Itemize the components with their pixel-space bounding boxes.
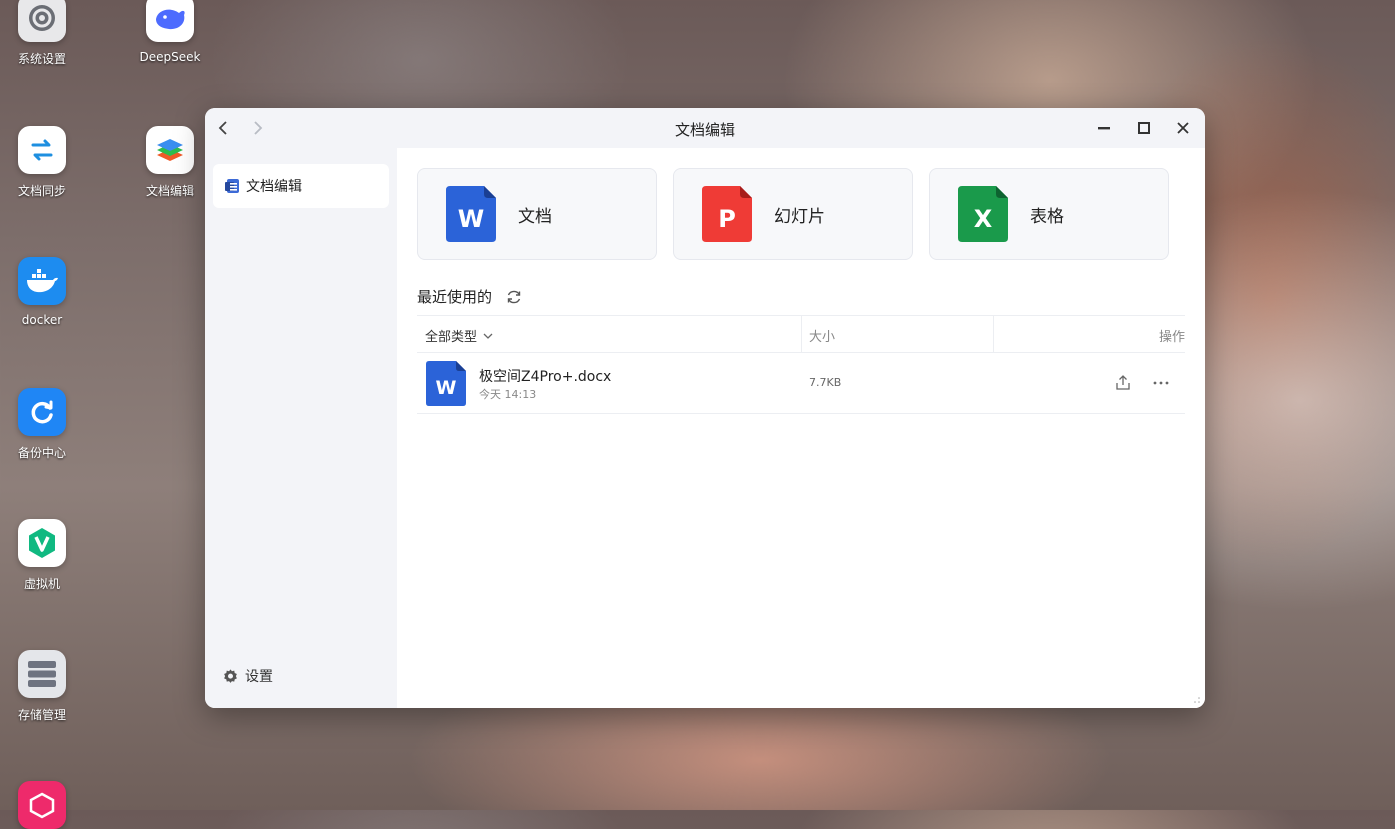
docker-whale-icon <box>18 257 66 305</box>
desktop-icon-vm[interactable]: 虚拟机 <box>0 519 87 592</box>
close-icon <box>1177 122 1189 134</box>
recent-heading: 最近使用的 <box>417 288 493 306</box>
recent-header: 最近使用的 <box>417 286 522 307</box>
more-button[interactable] <box>1151 373 1171 393</box>
type-filter-label: 全部类型 <box>425 330 478 345</box>
ppt-doc-icon: P <box>702 186 752 242</box>
desktop-icon-deepseek[interactable]: DeepSeek <box>125 0 215 64</box>
resize-handle-icon[interactable] <box>1193 696 1201 704</box>
gear-icon <box>18 0 66 42</box>
gear-icon <box>224 668 237 683</box>
word-doc-icon: W <box>446 186 496 242</box>
desktop-icon-doc-sync[interactable]: 文档同步 <box>0 126 87 199</box>
column-divider <box>993 316 994 352</box>
create-card-label: 文档 <box>518 206 552 227</box>
desktop-icon-label: docker <box>21 313 63 327</box>
type-filter-dropdown[interactable]: 全部类型 <box>425 326 493 345</box>
desktop-icon-box[interactable] <box>0 781 87 829</box>
sidebar-item-label: 文档编辑 <box>246 179 302 195</box>
create-spreadsheet-card[interactable]: X 表格 <box>929 168 1169 260</box>
sidebar-item-doc-edit[interactable]: 文档编辑 <box>213 164 389 208</box>
svg-text:P: P <box>718 205 736 233</box>
desktop-icon-label: DeepSeek <box>139 50 201 64</box>
box-icon <box>18 781 66 829</box>
desktop-icon-label: 系统设置 <box>17 52 66 66</box>
minimize-icon <box>1098 127 1110 130</box>
settings-label: 设置 <box>245 669 273 685</box>
desktop-icon-label: 文档编辑 <box>145 184 194 198</box>
sidebar: 文档编辑 设置 <box>205 148 397 708</box>
maximize-button[interactable] <box>1134 118 1154 138</box>
whale-icon <box>146 0 194 42</box>
create-document-card[interactable]: W 文档 <box>417 168 657 260</box>
vm-v-icon <box>18 519 66 567</box>
svg-text:W: W <box>436 377 457 399</box>
storage-disk-icon <box>18 650 66 698</box>
document-icon <box>225 179 239 193</box>
desktop-icon-label: 存储管理 <box>17 708 66 722</box>
layers-icon <box>146 126 194 174</box>
svg-text:X: X <box>974 205 993 233</box>
recent-files-table: 全部类型 大小 操作 W 极空间Z4Pro+.docx 今天 14:13 7.7… <box>417 315 1185 414</box>
create-card-label: 幻灯片 <box>774 206 825 227</box>
desktop-icon-backup[interactable]: 备份中心 <box>0 388 87 461</box>
doc-editor-window: 文档编辑 文档编辑 设置 W 文档 P 幻灯片 X 表格 最近使用的 全部类型 … <box>205 108 1205 708</box>
file-size: 7.7KB <box>809 376 842 389</box>
desktop-icon-label: 备份中心 <box>17 446 66 460</box>
sync-arrows-icon <box>18 126 66 174</box>
desktop-icon-label: 文档同步 <box>17 184 66 198</box>
size-column-header: 大小 <box>809 330 836 345</box>
share-button[interactable] <box>1113 373 1133 393</box>
chevron-down-icon <box>483 333 493 339</box>
column-divider <box>801 316 802 352</box>
excel-doc-icon: X <box>958 186 1008 242</box>
table-row[interactable]: W 极空间Z4Pro+.docx 今天 14:13 7.7KB <box>417 353 1185 414</box>
more-dots-icon <box>1153 381 1169 385</box>
maximize-icon <box>1138 122 1150 134</box>
minimize-button[interactable] <box>1094 118 1114 138</box>
window-title: 文档编辑 <box>674 121 735 139</box>
actions-column-header: 操作 <box>1158 330 1185 345</box>
svg-text:W: W <box>458 205 484 233</box>
close-button[interactable] <box>1173 118 1193 138</box>
table-header: 全部类型 大小 操作 <box>417 315 1185 353</box>
create-card-label: 表格 <box>1030 206 1064 227</box>
desktop-icon-doc-edit[interactable]: 文档编辑 <box>125 126 215 199</box>
desktop-icon-label: 虚拟机 <box>23 577 60 591</box>
title-bar: 文档编辑 <box>205 108 1205 148</box>
sidebar-settings[interactable]: 设置 <box>222 666 273 686</box>
refresh-icon[interactable] <box>506 289 522 305</box>
desktop-icon-settings[interactable]: 系统设置 <box>0 0 87 67</box>
share-icon <box>1116 375 1130 390</box>
main-content: W 文档 P 幻灯片 X 表格 最近使用的 全部类型 大小 操作 W 极空间Z4… <box>397 148 1205 708</box>
desktop-icon-docker[interactable]: docker <box>0 257 87 327</box>
create-slides-card[interactable]: P 幻灯片 <box>673 168 913 260</box>
file-name[interactable]: 极空间Z4Pro+.docx <box>479 366 611 386</box>
word-file-icon: W <box>426 361 466 406</box>
backup-refresh-icon <box>18 388 66 436</box>
desktop-icon-storage[interactable]: 存储管理 <box>0 650 87 723</box>
file-date: 今天 14:13 <box>479 388 537 401</box>
